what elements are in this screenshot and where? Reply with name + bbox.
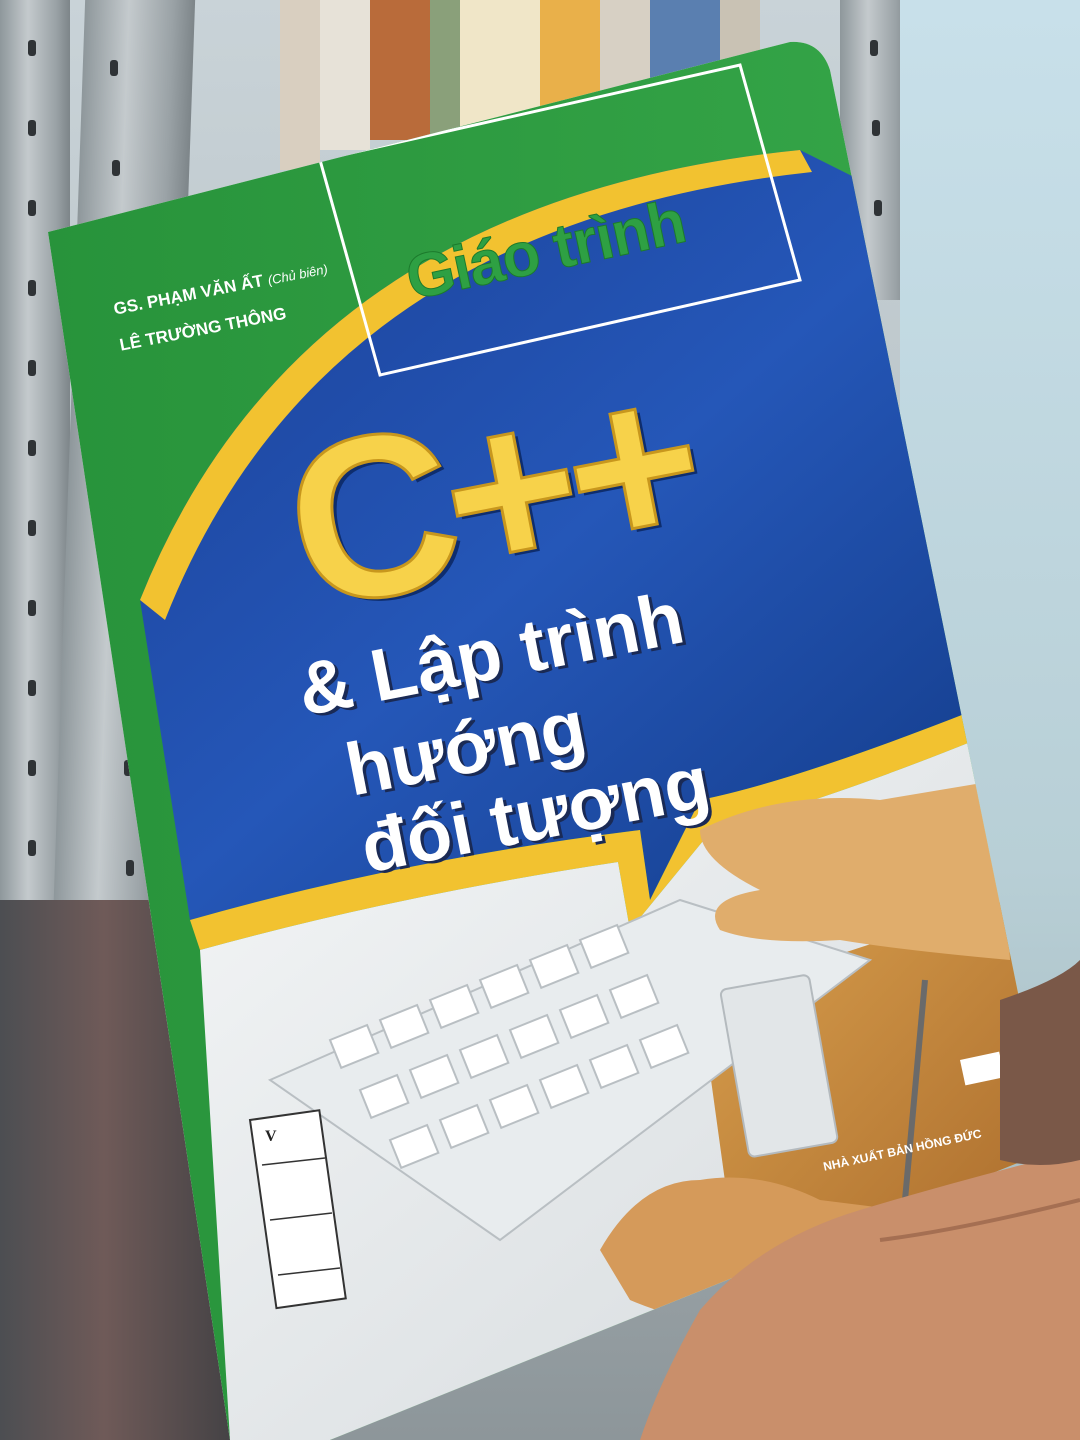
photo-scene: Giáo trình GS. PHẠM VĂN ẤT (Chủ biên) LÊ… (0, 0, 1080, 1440)
holding-hand (640, 960, 1080, 1440)
